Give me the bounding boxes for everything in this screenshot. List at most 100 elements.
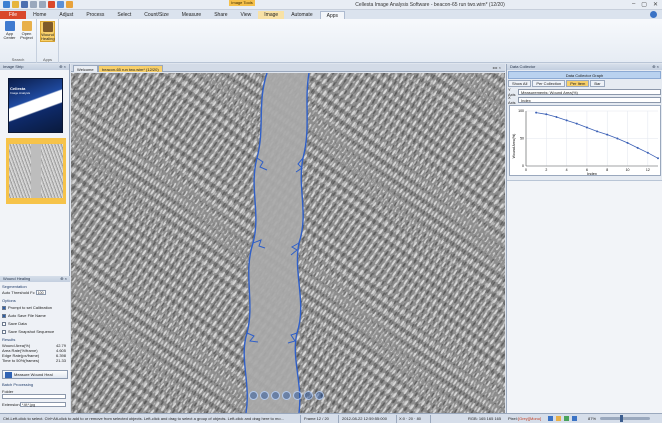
tab-home[interactable]: Home <box>27 11 52 19</box>
fit-icon[interactable] <box>271 391 280 400</box>
maximize-icon[interactable]: ▢ <box>641 1 647 8</box>
checkbox[interactable] <box>2 321 6 326</box>
ribbon-tab-bar: File Home Adjust Process Select Count/Si… <box>0 10 662 19</box>
ribbon-group-apps: Wound Healing Apps <box>37 19 59 63</box>
context-tab-group-label: Image Tools <box>229 0 255 6</box>
thumbnail-wound-image[interactable] <box>9 144 63 198</box>
batch-section: Batch Processing <box>2 382 34 387</box>
app-logo-icon[interactable] <box>3 1 10 8</box>
tab-select[interactable]: Select <box>111 11 137 19</box>
tab-process[interactable]: Process <box>80 11 110 19</box>
tab-bar[interactable]: Bar <box>590 80 605 87</box>
chart-y-label: Wound Area(%) <box>512 134 516 159</box>
tab-share[interactable]: Share <box>208 11 233 19</box>
pan-icon[interactable] <box>293 391 302 400</box>
tab-image[interactable]: Image <box>258 11 285 19</box>
zoom-slider-knob[interactable] <box>620 415 623 422</box>
chart-svg: 0 2 4 6 8 10 12050100 Wound Area(%) Index <box>512 109 659 176</box>
pin-icon[interactable]: ⊕ × <box>59 64 66 70</box>
pin-icon[interactable]: ⊕ × <box>652 64 659 70</box>
data-collector-header: Data Collector ⊕ × <box>507 64 662 70</box>
tab-adjust[interactable]: Adjust <box>53 11 79 19</box>
tab-per-item[interactable]: Per Item <box>566 80 590 87</box>
open-project-icon <box>21 21 32 31</box>
chart-point <box>616 137 619 140</box>
zoom-in-icon[interactable] <box>249 391 258 400</box>
chart-y-tick-label: 50 <box>520 137 524 141</box>
pin-icon[interactable]: ⊕ × <box>60 276 67 282</box>
option-prompt-calibration[interactable]: Prompt to set Calibration <box>2 305 52 310</box>
status-bar: Ctrl-Left-click to select. Ctrl+Alt-clic… <box>0 413 662 423</box>
ribbon: App Center Open Project Search Wound Hea… <box>0 19 662 63</box>
open-icon[interactable] <box>12 1 19 8</box>
checkbox[interactable] <box>2 329 6 334</box>
result-row: Time to 50%(frames) 21.33 <box>2 358 68 363</box>
wound-healing-button[interactable]: Wound Healing <box>40 21 55 42</box>
zoom-slider[interactable] <box>600 415 650 422</box>
tab-per-collection[interactable]: Per Collection <box>532 80 566 87</box>
grid-icon[interactable] <box>564 416 570 422</box>
open-project-button[interactable]: Open Project <box>19 21 34 40</box>
chart-x-label: Index <box>587 171 597 176</box>
option-save-data[interactable]: Save Data <box>2 321 27 326</box>
status-divider <box>338 415 339 423</box>
doc-tab-nav-icon[interactable]: ◂ ▸ × <box>492 65 501 70</box>
tab-view[interactable]: View <box>235 11 258 19</box>
settings-icon[interactable] <box>548 416 553 422</box>
minimize-icon[interactable]: – <box>632 1 635 8</box>
help-icon[interactable] <box>650 11 657 18</box>
paint-icon[interactable] <box>48 1 55 8</box>
image-view[interactable] <box>71 73 505 413</box>
measure-icon[interactable] <box>556 416 562 422</box>
undo-icon[interactable] <box>30 1 37 8</box>
close-icon[interactable]: ✕ <box>653 1 658 8</box>
status-divider <box>300 415 301 423</box>
microscopy-image[interactable] <box>71 73 505 413</box>
chart-series-line <box>536 112 659 159</box>
actual-size-icon[interactable] <box>282 391 291 400</box>
layers-icon[interactable] <box>572 416 578 422</box>
measure-wound-heal-button[interactable]: Measure Wound Heal <box>2 370 68 379</box>
star-icon[interactable] <box>66 1 73 8</box>
left-panel: Image Strip ⊕ × Cellesta Image Analysis … <box>0 64 70 413</box>
tab-apps[interactable]: Apps <box>319 11 346 19</box>
chart-point <box>545 113 548 116</box>
x-axis-select[interactable]: Index <box>518 96 661 103</box>
extension-input[interactable]: *.tif;*.jpg <box>20 402 66 407</box>
status-icons <box>548 414 578 423</box>
checkbox[interactable] <box>2 313 6 318</box>
status-divider <box>430 415 431 423</box>
app-center-button[interactable]: App Center <box>2 21 17 40</box>
tab-count-size[interactable]: Count/Size <box>138 11 174 19</box>
checkbox[interactable] <box>2 305 6 310</box>
zoom-out-icon[interactable] <box>260 391 269 400</box>
segmentation-section: Segmentation <box>2 284 27 289</box>
previous-frame-icon[interactable] <box>304 391 313 400</box>
save-icon[interactable] <box>21 1 28 8</box>
image-strip: Cellesta Image Analysis <box>0 70 69 276</box>
chart-point <box>535 111 538 114</box>
option-save-snapshot[interactable]: Save Snapshot Sequence <box>2 329 54 334</box>
tab-file[interactable]: File <box>0 11 27 19</box>
camera-icon[interactable] <box>57 1 64 8</box>
view-toolbar <box>249 391 324 400</box>
measure-button-label: Measure Wound Heal <box>14 372 53 377</box>
wound-healing-panel: Wound Healing ⊕ × Segmentation Auto Thre… <box>0 276 70 413</box>
wound-healing-icon <box>42 22 53 32</box>
data-collector-tabs: Show All Per Collection Per Item Bar <box>508 80 661 87</box>
tab-measure[interactable]: Measure <box>176 11 207 19</box>
result-value: 21.33 <box>55 358 66 363</box>
redo-icon[interactable] <box>39 1 46 8</box>
thumbnail-welcome-text: Cellesta Image Analysis <box>10 86 50 95</box>
y-axis-select[interactable]: Measurements: Wound Area(%) <box>518 88 661 95</box>
chart-point <box>565 119 568 122</box>
thumbnail-subtitle: Image Analysis <box>10 91 31 95</box>
doc-tab-beacon[interactable]: beacon-65 run two.wim* (12/20) <box>98 65 163 72</box>
threshold-spinner[interactable]: 100 <box>35 290 46 296</box>
next-frame-icon[interactable] <box>315 391 324 400</box>
doc-tab-welcome[interactable]: Welcome <box>73 65 98 72</box>
option-auto-save[interactable]: Auto Save File Name <box>2 313 46 318</box>
folder-input[interactable] <box>2 394 66 399</box>
measure-icon <box>5 372 12 378</box>
tab-automate[interactable]: Automate <box>285 11 318 19</box>
